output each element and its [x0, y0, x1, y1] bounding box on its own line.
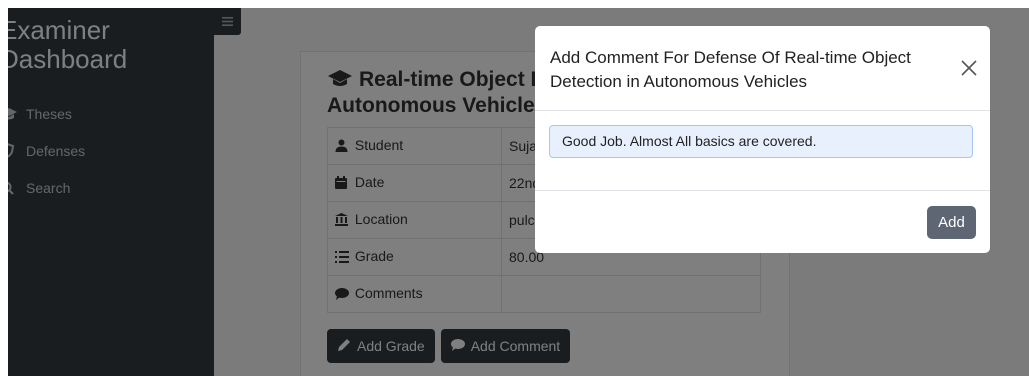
add-comment-modal: Add Comment For Defense Of Real-time Obj… — [535, 26, 990, 253]
close-icon — [960, 60, 978, 81]
modal-title: Add Comment For Defense Of Real-time Obj… — [550, 48, 911, 91]
app-frame: Examiner Dashboard Theses Defenses Searc… — [8, 8, 1029, 376]
close-button[interactable] — [960, 59, 978, 77]
modal-header: Add Comment For Defense Of Real-time Obj… — [535, 26, 990, 111]
add-button[interactable]: Add — [927, 206, 976, 239]
modal-footer: Add — [535, 190, 990, 253]
comment-input[interactable]: Good Job. Almost All basics are covered. — [549, 125, 973, 158]
